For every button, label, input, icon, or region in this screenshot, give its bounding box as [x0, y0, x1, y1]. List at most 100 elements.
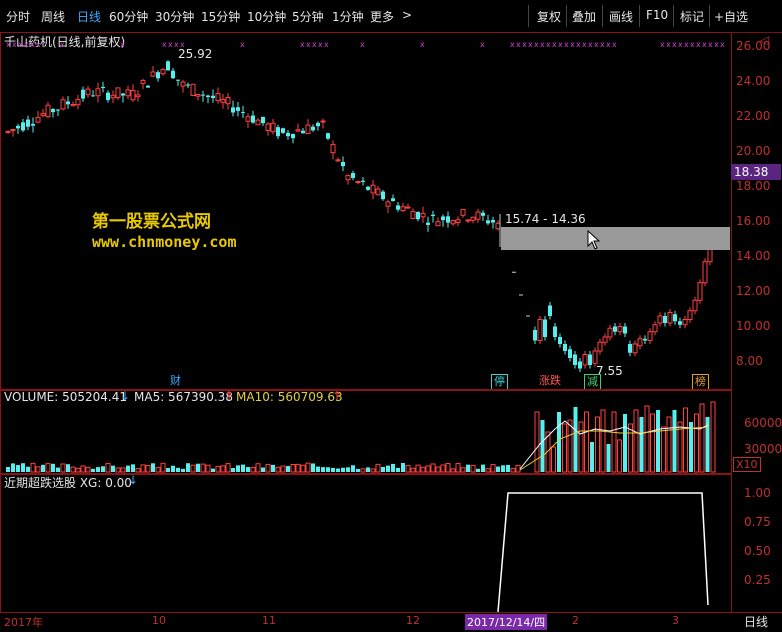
mark-button[interactable]: 标记: [680, 8, 704, 25]
volume-bar: [420, 466, 426, 473]
candle-body: [301, 130, 305, 134]
signal-x-marker: x: [528, 40, 533, 49]
period-indicator[interactable]: 日线: [744, 613, 768, 630]
candle-body: [91, 95, 95, 97]
volume-bar: [573, 407, 578, 472]
candle-body: [643, 338, 647, 341]
candle-body: [588, 354, 592, 365]
volume-bar: [261, 467, 265, 472]
period-tab-10min[interactable]: 10分钟: [247, 8, 286, 25]
signal-x-marker: x: [576, 40, 581, 49]
signal-x-marker: x: [546, 40, 551, 49]
period-tab-fenshi[interactable]: 分时: [6, 8, 30, 25]
period-tab-15min[interactable]: 15分钟: [201, 8, 240, 25]
volume-bar: [672, 410, 677, 472]
candle-body: [295, 129, 301, 132]
volume-bar: [710, 401, 716, 473]
candle-body: [281, 128, 285, 133]
volume-bar: [490, 464, 496, 473]
candle-body: [101, 86, 105, 88]
period-tab-5min[interactable]: 5分钟: [292, 8, 324, 25]
volume-bar: [171, 465, 175, 472]
marker-suspend[interactable]: 停: [491, 374, 508, 390]
volume-bar: [341, 467, 345, 472]
marker-finance[interactable]: 财: [168, 374, 183, 388]
candle-body: [375, 188, 381, 196]
candle-body: [486, 220, 490, 224]
signal-x-marker: x: [510, 40, 515, 49]
candle-body: [291, 133, 295, 139]
candle-body: [673, 314, 677, 322]
marker-reduce[interactable]: 减: [584, 374, 601, 390]
marker-limit[interactable]: 涨跌: [537, 374, 563, 388]
candle-body: [573, 354, 577, 365]
volume-bar: [131, 464, 135, 472]
watermark-url: www.chnmoney.com: [92, 233, 237, 251]
signal-x-marker: x: [522, 40, 527, 49]
signal-x-marker: x: [360, 40, 365, 49]
volume-bar: [410, 467, 416, 473]
signal-x-marker: x: [12, 40, 17, 49]
signal-x-marker: x: [720, 40, 725, 49]
candle-body: [416, 211, 420, 220]
volume-bar: [435, 466, 441, 473]
signal-x-marker: x: [120, 40, 125, 49]
candle-body: [316, 122, 320, 127]
candle-body: [265, 123, 271, 132]
candle-body: [667, 312, 673, 324]
signal-x-marker: x: [318, 40, 323, 49]
period-tab-weekly[interactable]: 周线: [41, 8, 65, 25]
candle-body: [460, 208, 466, 216]
candle-body: [66, 101, 70, 105]
date-label: 3: [672, 614, 679, 627]
candle-body: [426, 222, 430, 225]
volume-bar: [425, 465, 431, 473]
volume-bar: [639, 417, 644, 472]
volume-bar: [481, 464, 485, 472]
signal-x-marker: x: [6, 40, 11, 49]
candle-body: [475, 211, 481, 220]
volume-bar: [590, 442, 594, 472]
volume-bar: [562, 423, 567, 473]
more-arrow-icon[interactable]: >: [402, 8, 412, 22]
period-tab-daily[interactable]: 日线: [77, 8, 101, 25]
volume-bar: [331, 467, 335, 472]
range-label: 15.74 - 14.36: [505, 212, 586, 226]
signal-x-marker: x: [588, 40, 593, 49]
candle-body: [385, 201, 391, 207]
candle-body: [558, 337, 562, 344]
volume-bar: [661, 426, 666, 473]
candle-body: [16, 125, 20, 129]
candle-body: [351, 173, 355, 178]
signal-x-marker: x: [678, 40, 683, 49]
volume-bar: [41, 464, 45, 472]
candle-body: [491, 219, 495, 223]
candle-body: [326, 133, 330, 139]
period-tab-60min[interactable]: 60分钟: [109, 8, 148, 25]
marker-rank[interactable]: 榜: [692, 374, 709, 390]
volume-bar: [336, 468, 340, 472]
candle-body: [110, 94, 116, 99]
candle-body: [607, 327, 613, 338]
draw-line-button[interactable]: 画线: [609, 8, 633, 25]
candle-body: [125, 89, 131, 97]
candle-body: [405, 206, 411, 209]
candle-body: [381, 191, 385, 200]
add-watchlist-button[interactable]: +自选: [714, 8, 748, 25]
volume-bar: [60, 463, 66, 473]
volume-bar: [66, 464, 70, 472]
candle-body: [637, 338, 643, 347]
volume-bar: [476, 468, 480, 472]
period-tab-1min[interactable]: 1分钟: [332, 8, 364, 25]
volume-bar: [225, 463, 231, 473]
volume-bar: [140, 464, 146, 473]
overlay-button[interactable]: 叠加: [572, 8, 596, 25]
candle-body: [180, 81, 186, 87]
candle-body: [657, 315, 663, 324]
f10-button[interactable]: F10: [646, 8, 668, 22]
fuquan-button[interactable]: 复权: [537, 8, 561, 25]
period-tab-more[interactable]: 更多: [370, 8, 394, 25]
period-tab-30min[interactable]: 30分钟: [155, 8, 194, 25]
candle-body: [455, 219, 461, 224]
volume-bar: [111, 465, 115, 472]
